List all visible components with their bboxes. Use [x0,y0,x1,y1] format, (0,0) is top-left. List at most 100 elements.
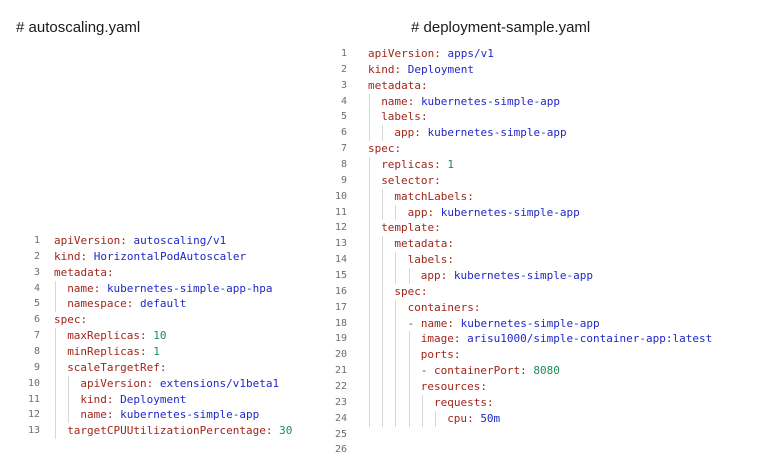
yaml-key: image [420,332,454,346]
code-line: 4 name: kubernetes-simple-app-hpa [0,280,330,297]
indent-guide [382,204,384,221]
yaml-key: kind [54,249,81,263]
code-line: 9 selector: [320,172,768,189]
indent-guide [421,394,423,411]
indent-guide [55,280,56,297]
line-number: 4 [340,95,347,107]
yaml-colon: : [126,297,134,311]
yaml-value: 1 [153,345,160,359]
code-line: 26 [320,442,768,458]
indent-guide [395,268,397,284]
line-number: 3 [33,266,40,278]
yaml-colon: : [440,269,448,283]
indent-guide [369,204,370,221]
yaml-key: targetCPUUtilizationPercentage [67,424,266,438]
code-line: 6 app: kubernetes-simple-app [320,125,768,142]
indent-guide [55,359,56,376]
code-line: 3 metadata: [320,78,768,94]
indent-guide [382,236,384,253]
code-content: kind: HorizontalPodAutoscaler [54,249,246,265]
yaml-key: spec [54,313,81,327]
indent-guide [408,268,410,284]
yaml-value: autoscaling/v1 [133,234,227,247]
deployment-code-block: 1 apiVersion: apps/v1 2 kind: Deployment 3 me… [320,46,768,458]
indent-guide [382,315,384,332]
code-content: name: kubernetes-simple-app-hpa [67,281,272,297]
yaml-key: replicas [381,158,435,172]
yaml-colon: : [414,126,421,140]
code-line: 24 cpu: 50m [320,410,768,427]
yaml-colon: : [106,392,114,406]
code-content: ports: [421,347,461,363]
code-line: 18 - name: kubernetes-simple-app [320,315,768,332]
code-content: replicas: 1 [381,157,454,173]
indent-guide [382,252,384,269]
code-content: spec: [368,141,401,157]
code-content: labels: [408,252,454,268]
code-line: 16 spec: [320,283,768,300]
line-number: 18 [334,317,347,329]
yaml-colon: : [467,411,474,425]
yaml-key: name [381,94,408,108]
indent-guide [369,363,370,380]
yaml-key: selector [381,173,435,187]
list-dash: - [420,364,435,378]
yaml-colon: : [453,348,461,362]
line-number: 9 [340,174,347,186]
yaml-value: kubernetes-simple-app [440,205,580,219]
yaml-value: arisu1000/simple-container-app:latest [467,332,713,346]
line-number: 10 [27,377,40,389]
line-number: 9 [33,361,40,373]
code-content: metadata: [394,236,454,252]
code-line: 1 apiVersion: apps/v1 [320,46,768,62]
indent-guide [408,394,410,411]
indent-guide [408,363,410,380]
yaml-value: kubernetes-simple-app [460,316,600,330]
indent-guide [395,363,397,380]
indent-guide [408,410,410,427]
yaml-colon: : [120,234,127,247]
code-content: app: kubernetes-simple-app [421,268,593,284]
yaml-colon: : [106,408,114,422]
line-number: 10 [334,190,347,202]
yaml-value: 30 [279,424,293,438]
code-content: selector: [381,173,441,189]
indent-guide [382,331,384,348]
yaml-key: apiVersion [54,234,121,247]
yaml-value: kubernetes-simple-app-hpa [106,281,273,295]
code-line: 13 metadata: [320,236,768,253]
line-number: 11 [27,393,40,405]
yaml-value: kubernetes-simple-app [120,408,260,422]
indent-guide [369,315,370,332]
code-content: labels: [381,109,427,125]
line-number: 12 [27,409,40,421]
code-content: minReplicas: 1 [67,344,160,360]
code-content: image: arisu1000/simple-container-app:la… [421,331,712,347]
indent-guide [395,347,397,364]
yaml-key: scaleTargetRef [67,360,160,374]
yaml-colon: : [486,395,494,409]
code-line: 13 targetCPUUtilizationPercentage: 30 [0,423,330,440]
indent-guide [369,188,370,205]
code-line: 2 kind: Deployment [320,62,768,78]
indent-guide [395,315,397,332]
yaml-colon: : [447,316,454,330]
yaml-key: metadata [394,237,448,251]
yaml-key: cpu [447,411,468,425]
line-number: 5 [340,111,347,123]
code-content: containers: [408,300,481,316]
code-content: apiVersion: extensions/v1beta1 [80,376,279,392]
yaml-colon: : [427,205,435,219]
right-file-title: # deployment-sample.yaml [411,19,591,36]
code-content: maxReplicas: 10 [67,328,166,344]
code-content: targetCPUUtilizationPercentage: 30 [67,423,292,439]
yaml-colon: : [467,189,474,203]
code-line: 17 containers: [320,299,768,316]
line-number: 13 [27,425,40,437]
indent-guide [68,407,70,424]
indent-guide [382,299,384,316]
code-line: 4 name: kubernetes-simple-app [320,93,768,110]
line-number: 17 [334,301,347,313]
code-line: 23 requests: [320,394,768,411]
yaml-value: Deployment [407,62,474,76]
